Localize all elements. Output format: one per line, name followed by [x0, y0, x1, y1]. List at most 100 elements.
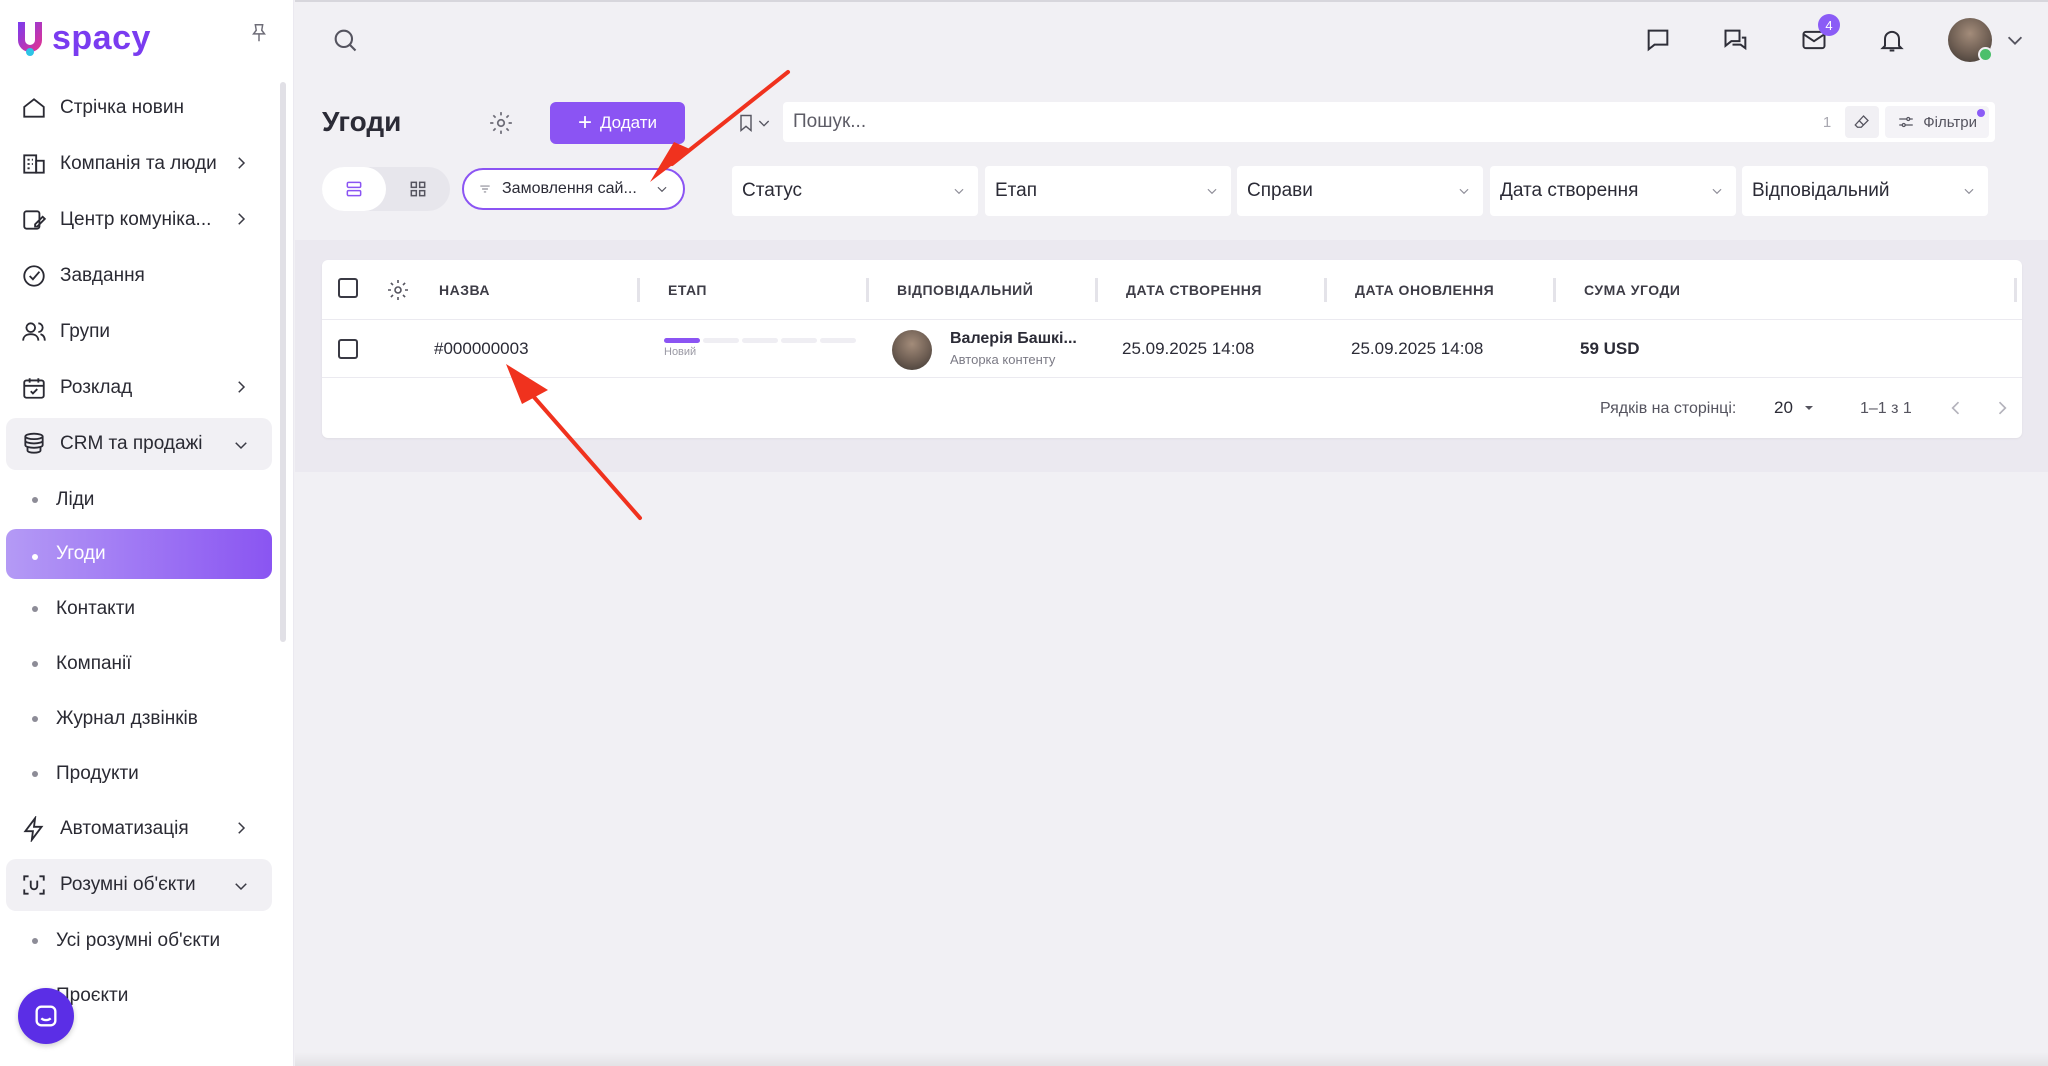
rows-per-page-value: 20 [1774, 398, 1793, 417]
column-resizer[interactable] [1095, 278, 1098, 302]
sidebar-item-call-log[interactable]: Журнал дзвінків [6, 691, 272, 746]
column-resizer[interactable] [637, 278, 640, 302]
search-icon[interactable] [331, 26, 359, 54]
chevron-down-icon [235, 883, 247, 891]
user-avatar[interactable] [1948, 18, 1993, 62]
pipeline-select-label: Замовлення сай... [502, 180, 637, 197]
lightning-icon [20, 815, 48, 843]
sidebar-item-groups[interactable]: Групи [6, 304, 272, 360]
sidebar-scrollbar[interactable] [280, 82, 286, 642]
topbar-actions: 4 [1636, 14, 2048, 62]
filter-label: Дата створення [1500, 180, 1639, 201]
sidebar-item-contacts[interactable]: Контакти [6, 581, 272, 636]
stage-segment [742, 338, 778, 343]
select-all-checkbox[interactable] [338, 278, 358, 298]
mail-button[interactable]: 4 [1792, 14, 1840, 62]
sidebar-item-products[interactable]: Продукти [6, 746, 272, 801]
sidebar-item-companies[interactable]: Компанії [6, 636, 272, 691]
pin-icon[interactable] [248, 22, 270, 44]
filter-created-date[interactable]: Дата створення [1490, 166, 1736, 216]
column-resizer[interactable] [2014, 278, 2017, 302]
settings-gear-icon[interactable] [488, 110, 514, 136]
logo[interactable]: spacy [14, 16, 151, 60]
sidebar-item-label: Автоматизація [60, 818, 189, 839]
chevron-down-icon [954, 188, 964, 195]
filter-lines-icon [480, 185, 490, 193]
saved-filters-button[interactable] [736, 110, 776, 136]
notifications-button[interactable] [1870, 18, 1914, 62]
messages-button[interactable] [1636, 18, 1680, 62]
chats-button[interactable] [1714, 18, 1758, 62]
sidebar-item-communication[interactable]: Центр комуніка... [6, 192, 272, 248]
sidebar-item-automation[interactable]: Автоматизація [6, 801, 272, 857]
stage-segment [781, 338, 817, 343]
filter-activities[interactable]: Справи [1237, 166, 1483, 216]
rows-per-page-select[interactable]: 20 [1774, 398, 1817, 418]
responsible-name[interactable]: Валерія Башкі... [950, 330, 1077, 348]
chevron-right-icon [238, 213, 246, 225]
table-row[interactable]: #000000003 Новий Валерія Башкі... Авторк… [322, 320, 2022, 378]
sidebar-item-label: Продукти [56, 762, 139, 784]
stage-label: Новий [664, 346, 697, 358]
support-chat-button[interactable] [18, 988, 74, 1044]
column-resizer[interactable] [866, 278, 869, 302]
filter-responsible[interactable]: Відповідальний [1742, 166, 1988, 216]
deal-name-link[interactable]: #000000003 [434, 339, 529, 359]
pipeline-select[interactable]: Замовлення сай... [462, 168, 685, 210]
filters-label: Фільтри [1923, 113, 1977, 131]
grid-view-icon [410, 181, 426, 197]
sidebar-item-smart-objects[interactable]: Розумні об'єкти [6, 859, 272, 911]
sidebar-item-company[interactable]: Компанія та люди [6, 136, 272, 192]
sidebar-item-label: Журнал дзвінків [56, 707, 198, 729]
chevron-right-icon [238, 381, 246, 393]
stage-progress[interactable] [664, 338, 859, 343]
column-header-created[interactable]: ДАТА СТВОРЕННЯ [1126, 282, 1262, 298]
list-view-button[interactable] [322, 167, 386, 211]
annotation-arrows [506, 70, 790, 520]
chevron-down-icon [235, 442, 247, 450]
row-checkbox[interactable] [338, 339, 358, 359]
chevron-down-icon[interactable] [2004, 29, 2026, 51]
sidebar-item-crm[interactable]: CRM та продажі [6, 418, 272, 470]
add-deal-button[interactable]: + Додати [550, 102, 685, 144]
sidebar-item-schedule[interactable]: Розклад [6, 360, 272, 416]
coins-stack-icon [20, 430, 48, 458]
calendar-icon [20, 374, 48, 402]
column-resizer[interactable] [1553, 278, 1556, 302]
column-resizer[interactable] [1324, 278, 1327, 302]
sidebar-item-leads[interactable]: Ліди [6, 472, 272, 527]
sidebar-item-label: Центр комуніка... [60, 209, 212, 230]
sidebar-item-label: Розклад [60, 377, 133, 398]
column-header-stage[interactable]: ЕТАП [668, 282, 707, 298]
search-input[interactable] [783, 111, 1823, 133]
bottom-shadow [295, 1052, 2048, 1066]
filters-button[interactable]: Фільтри [1885, 106, 1989, 138]
chevron-left-icon[interactable] [1946, 398, 1966, 418]
filter-status[interactable]: Статус [732, 166, 978, 216]
sidebar-item-label: Компанії [56, 652, 132, 674]
stage-segment [664, 338, 700, 343]
edit-note-icon [20, 206, 48, 234]
filter-label: Справи [1247, 180, 1313, 201]
filter-stage[interactable]: Етап [985, 166, 1231, 216]
add-deal-label: Додати [599, 113, 658, 132]
sidebar-item-news[interactable]: Стрічка новин [6, 80, 272, 136]
column-header-name[interactable]: НАЗВА [439, 282, 490, 298]
column-header-updated[interactable]: ДАТА ОНОВЛЕННЯ [1355, 282, 1494, 298]
sidebar-item-tasks[interactable]: Завдання [6, 248, 272, 304]
chevron-right-icon [238, 157, 246, 169]
column-header-responsible[interactable]: ВІДПОВІДАЛЬНИЙ [897, 282, 1033, 298]
sidebar-item-all-smart-objects[interactable]: Усі розумні об'єкти [6, 913, 272, 968]
sidebar-item-label: Розумні об'єкти [60, 874, 196, 895]
chevron-down-icon [758, 120, 770, 127]
columns-settings-icon[interactable] [386, 278, 410, 302]
sidebar-item-deals[interactable]: Угоди [6, 529, 272, 579]
chevron-right-icon[interactable] [1992, 398, 2012, 418]
kanban-view-button[interactable] [386, 167, 450, 211]
caret-down-icon [1804, 406, 1813, 410]
filter-label: Статус [742, 180, 803, 201]
table-header: НАЗВА ЕТАП ВІДПОВІДАЛЬНИЙ ДАТА СТВОРЕННЯ… [322, 260, 2022, 320]
sidebar: spacy Стрічка новин Компанія та люди Цен… [0, 0, 294, 1066]
clear-search-button[interactable] [1845, 106, 1880, 138]
column-header-amount[interactable]: СУМА УГОДИ [1584, 282, 1681, 298]
